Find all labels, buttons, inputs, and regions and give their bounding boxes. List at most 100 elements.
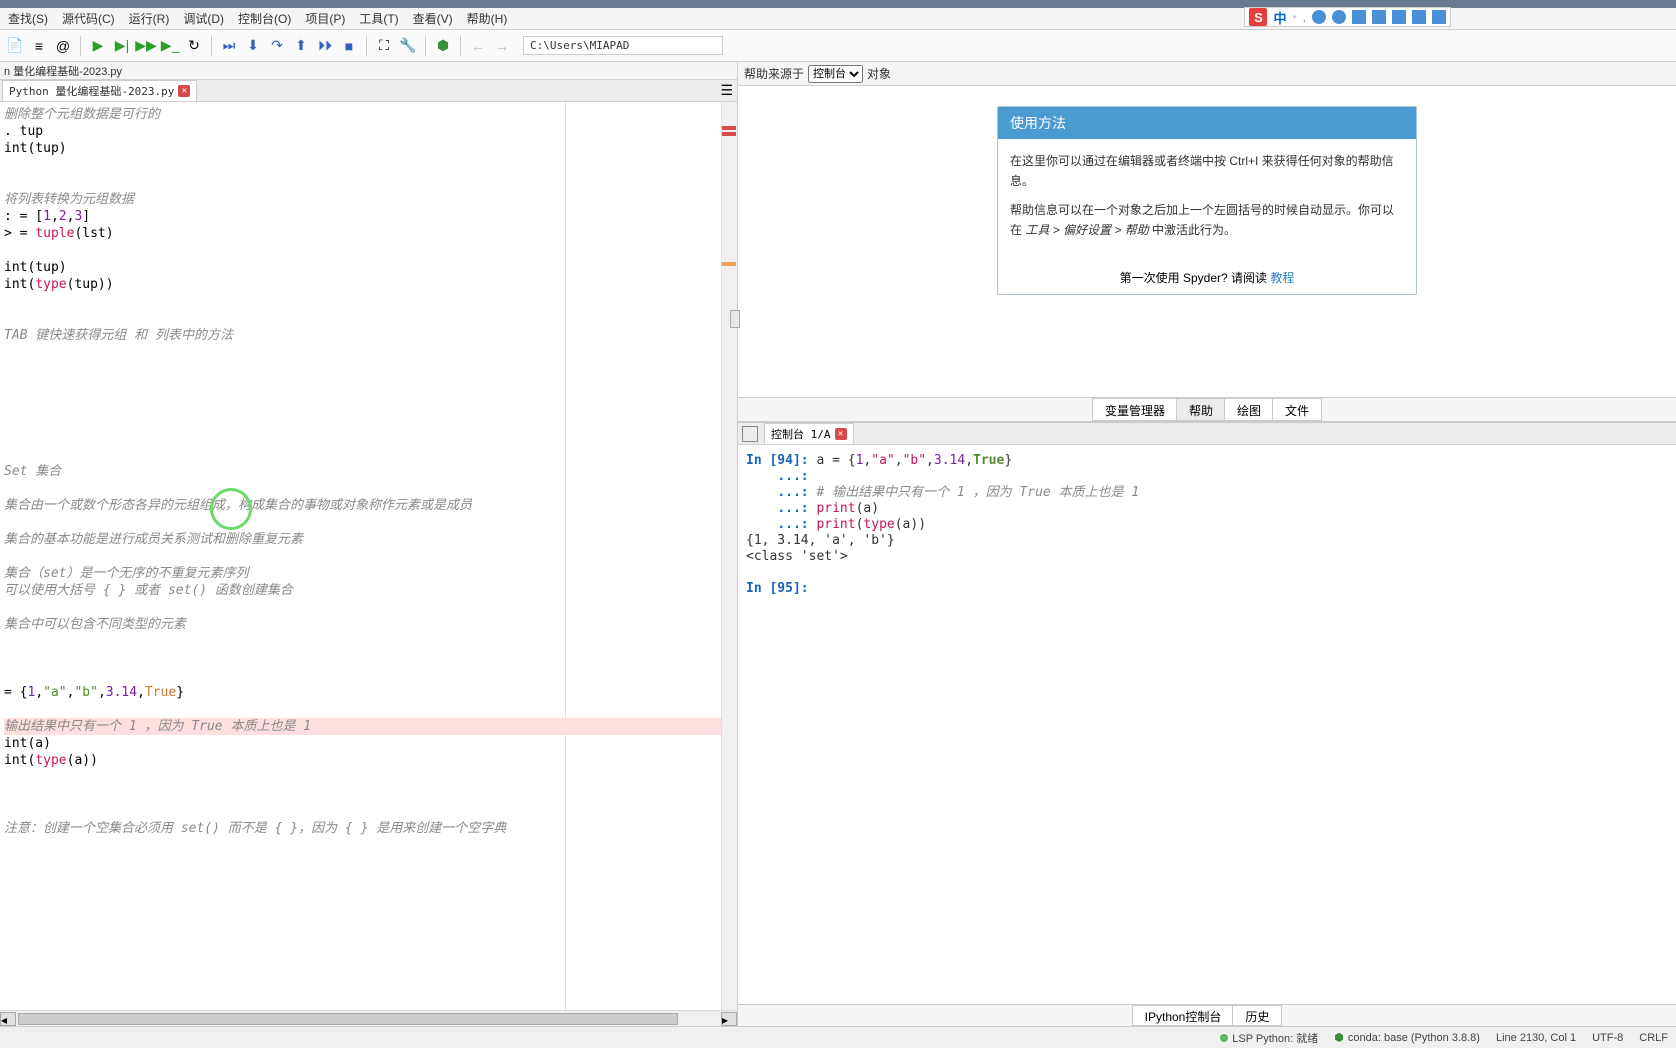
- sogou-icon[interactable]: S: [1249, 8, 1267, 26]
- code-line[interactable]: = {1,"a","b",3.14,True}: [4, 684, 737, 701]
- menu-item[interactable]: 控制台(O): [232, 8, 297, 29]
- console-bottom-tab[interactable]: 历史: [1232, 1005, 1282, 1026]
- code-line[interactable]: Set 集合: [4, 463, 737, 480]
- debug-step-icon[interactable]: ⏭: [218, 35, 240, 57]
- code-line[interactable]: [4, 412, 737, 429]
- back-icon[interactable]: ←: [467, 35, 489, 57]
- code-line[interactable]: [4, 514, 737, 531]
- python-path-icon[interactable]: ⬢: [432, 35, 454, 57]
- editor-tab-active[interactable]: Python 量化编程基础-2023.py ✕: [2, 80, 197, 101]
- run-cell-icon[interactable]: ▶|: [111, 35, 133, 57]
- editor-scrollbar[interactable]: [721, 102, 737, 1010]
- code-line[interactable]: [4, 446, 737, 463]
- maximize-icon[interactable]: ⛶: [373, 35, 395, 57]
- code-line[interactable]: [4, 701, 737, 718]
- code-line[interactable]: [4, 786, 737, 803]
- help-tab[interactable]: 变量管理器: [1092, 398, 1178, 421]
- run-selection-icon[interactable]: ▶_: [159, 35, 181, 57]
- editor-body[interactable]: 删除整个元组数据是可行的. tupint(tup)将列表转换为元组数据: = […: [0, 102, 737, 1010]
- code-line[interactable]: [4, 803, 737, 820]
- close-icon[interactable]: ✕: [835, 428, 847, 440]
- code-line[interactable]: [4, 242, 737, 259]
- debug-over-icon[interactable]: ↷: [266, 35, 288, 57]
- console-bottom-tab[interactable]: IPython控制台: [1132, 1005, 1235, 1026]
- help-tab[interactable]: 文件: [1272, 398, 1322, 421]
- code-line[interactable]: [4, 633, 737, 650]
- settings-icon[interactable]: 🔧: [397, 35, 419, 57]
- tutorial-link[interactable]: 教程: [1270, 271, 1294, 285]
- debug-into-icon[interactable]: ⬇: [242, 35, 264, 57]
- working-dir-input[interactable]: C:\Users\MIAPAD: [523, 36, 723, 55]
- code-line[interactable]: 将列表转换为元组数据: [4, 191, 737, 208]
- help-tab[interactable]: 帮助: [1176, 398, 1226, 421]
- debug-stop-icon[interactable]: ■: [338, 35, 360, 57]
- console-expand-icon[interactable]: [742, 426, 758, 442]
- code-line[interactable]: 集合（set）是一个无序的不重复元素序列: [4, 565, 737, 582]
- run-icon[interactable]: ▶: [87, 35, 109, 57]
- code-line[interactable]: [4, 650, 737, 667]
- ime-icon-2[interactable]: [1332, 10, 1346, 24]
- code-line[interactable]: [4, 429, 737, 446]
- ime-icon-5[interactable]: [1392, 10, 1406, 24]
- editor-hscroll[interactable]: ◂ ▸: [0, 1010, 737, 1026]
- ime-icon-3[interactable]: [1352, 10, 1366, 24]
- menu-icon[interactable]: ≡: [28, 35, 50, 57]
- menu-item[interactable]: 源代码(C): [56, 8, 121, 29]
- menu-item[interactable]: 查看(V): [407, 8, 459, 29]
- help-tab[interactable]: 绘图: [1224, 398, 1274, 421]
- code-line[interactable]: [4, 548, 737, 565]
- code-line[interactable]: [4, 310, 737, 327]
- code-line[interactable]: 注意：创建一个空集合必须用 set() 而不是 { }，因为 { } 是用来创建…: [4, 820, 737, 837]
- console-tab-active[interactable]: 控制台 1/A ✕: [764, 423, 854, 444]
- code-line[interactable]: [4, 480, 737, 497]
- rerun-icon[interactable]: ↻: [183, 35, 205, 57]
- debug-out-icon[interactable]: ⬆: [290, 35, 312, 57]
- help-source-select[interactable]: 控制台: [808, 65, 863, 83]
- code-line[interactable]: int(type(a)): [4, 752, 737, 769]
- menu-item[interactable]: 调试(D): [177, 8, 230, 29]
- code-line[interactable]: int(tup): [4, 259, 737, 276]
- code-line[interactable]: 输出结果中只有一个 1 ，因为 True 本质上也是 1: [4, 718, 737, 735]
- code-line[interactable]: TAB 键快速获得元组 和 列表中的方法: [4, 327, 737, 344]
- console-body[interactable]: In [94]: a = {1,"a","b",3.14,True} ...: …: [738, 445, 1676, 1004]
- debug-continue-icon[interactable]: ⏵⏵: [314, 35, 336, 57]
- editor-options-icon[interactable]: ☰: [720, 82, 733, 99]
- code-line[interactable]: [4, 157, 737, 174]
- code-line[interactable]: [4, 599, 737, 616]
- code-line[interactable]: 集合中可以包含不同类型的元素: [4, 616, 737, 633]
- code-line[interactable]: int(type(tup)): [4, 276, 737, 293]
- status-conda[interactable]: ⬢conda: base (Python 3.8.8): [1334, 1031, 1480, 1044]
- code-line[interactable]: 集合的基本功能是进行成员关系测试和删除重复元素: [4, 531, 737, 548]
- code-line[interactable]: [4, 769, 737, 786]
- menu-item[interactable]: 项目(P): [299, 8, 351, 29]
- ime-icon-6[interactable]: [1412, 10, 1426, 24]
- forward-icon[interactable]: →: [491, 35, 513, 57]
- menu-item[interactable]: 运行(R): [123, 8, 176, 29]
- menu-item[interactable]: 工具(T): [353, 8, 404, 29]
- ime-lang[interactable]: 中: [1273, 8, 1286, 27]
- ime-icon-1[interactable]: [1312, 10, 1326, 24]
- menu-item[interactable]: 查找(S): [2, 8, 54, 29]
- code-line[interactable]: [4, 378, 737, 395]
- ime-icon-7[interactable]: [1432, 10, 1446, 24]
- code-line[interactable]: 可以使用大括号 { } 或者 set() 函数创建集合: [4, 582, 737, 599]
- code-line[interactable]: 删除整个元组数据是可行的: [4, 106, 737, 123]
- code-line[interactable]: . tup: [4, 123, 737, 140]
- code-line[interactable]: [4, 293, 737, 310]
- splitter-handle[interactable]: [730, 310, 740, 328]
- ime-toolbar[interactable]: S 中 •,: [1244, 7, 1451, 27]
- code-line[interactable]: [4, 174, 737, 191]
- at-icon[interactable]: @: [52, 35, 74, 57]
- ime-icon-4[interactable]: [1372, 10, 1386, 24]
- run-cell-advance-icon[interactable]: ▶▶: [135, 35, 157, 57]
- code-line[interactable]: 集合由一个或数个形态各异的元组组成，构成集合的事物或对象称作元素或是成员: [4, 497, 737, 514]
- code-line[interactable]: [4, 344, 737, 361]
- code-line[interactable]: [4, 361, 737, 378]
- close-icon[interactable]: ✕: [178, 85, 190, 97]
- code-line[interactable]: > = tuple(lst): [4, 225, 737, 242]
- code-line[interactable]: int(tup): [4, 140, 737, 157]
- code-line[interactable]: [4, 395, 737, 412]
- new-file-icon[interactable]: 📄: [4, 35, 26, 57]
- code-line[interactable]: [4, 667, 737, 684]
- menu-item[interactable]: 帮助(H): [461, 8, 514, 29]
